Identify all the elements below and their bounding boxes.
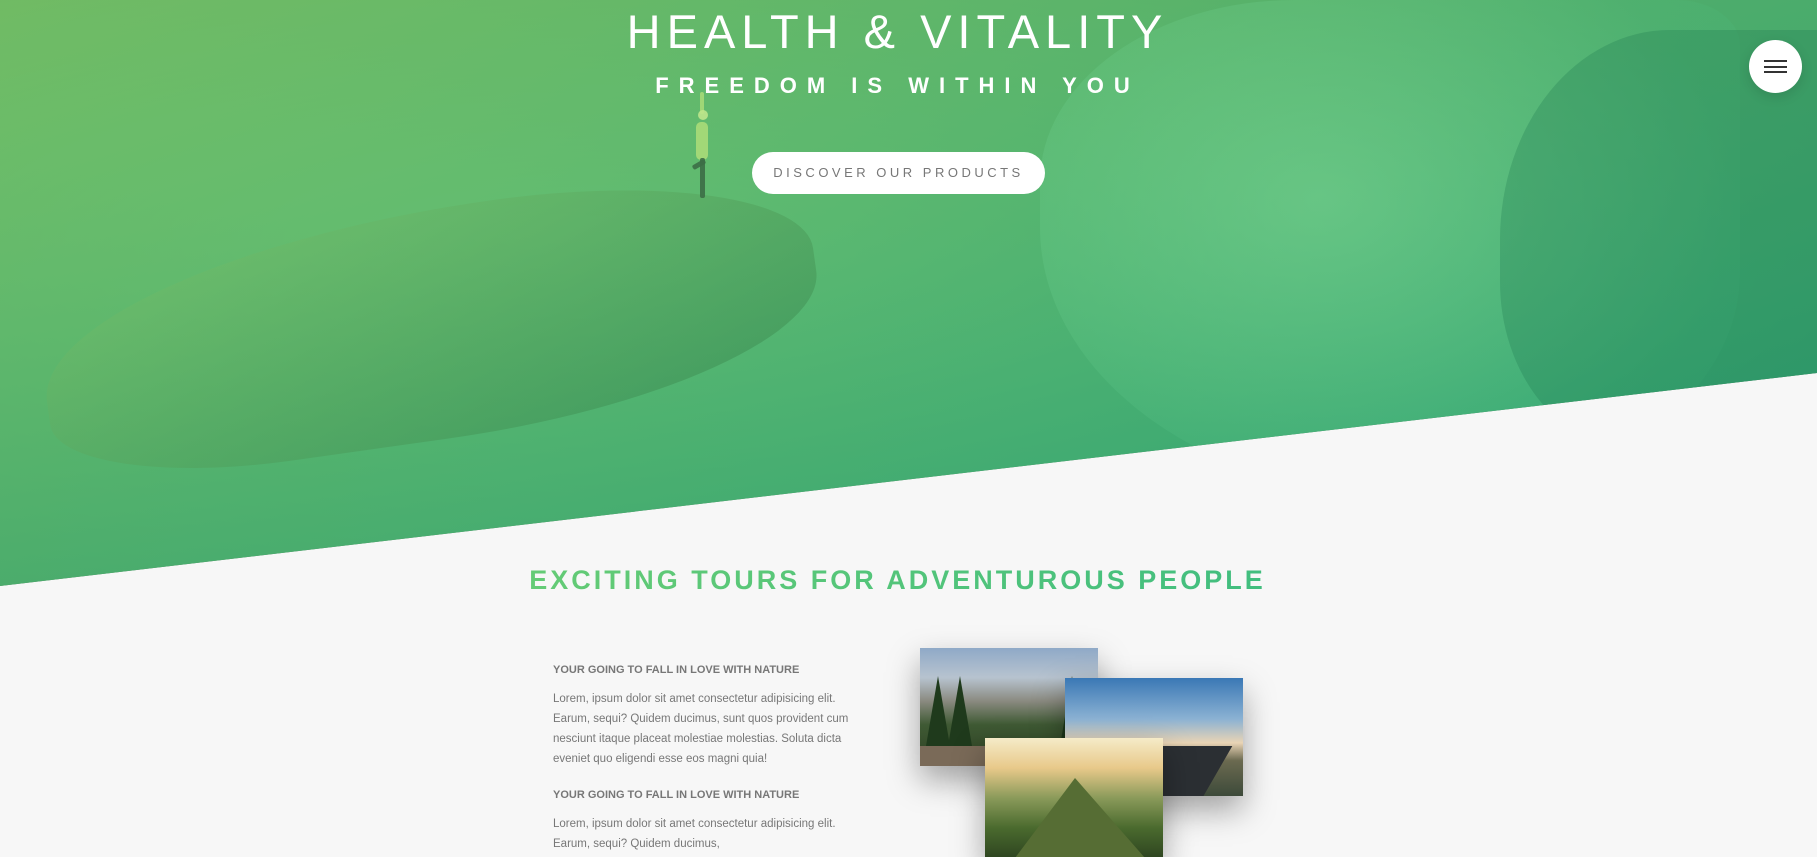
block-title: YOUR GOING TO FALL IN LOVE WITH NATURE (553, 789, 800, 801)
hero-subtitle: FREEDOM IS WITHIN YOU (655, 73, 1140, 98)
block-title: YOUR GOING TO FALL IN LOVE WITH NATURE (553, 664, 800, 676)
yoga-person-figure (690, 92, 714, 220)
section-heading: EXCITING TOURS FOR ADVENTUROUS PEOPLE (0, 565, 1795, 596)
discover-products-button[interactable]: DISCOVER OUR PRODUCTS (752, 152, 1045, 194)
photo-mountain-ridge (985, 738, 1163, 857)
block-paragraph: Lorem, ipsum dolor sit amet consectetur … (553, 818, 836, 850)
menu-button[interactable] (1749, 40, 1802, 93)
block-paragraph: Lorem, ipsum dolor sit amet consectetur … (553, 693, 849, 765)
text-column: YOUR GOING TO FALL IN LOVE WITH NATURE L… (553, 664, 863, 857)
hero-title: HEALTH & VITALITY (626, 5, 1169, 58)
hamburger-menu-icon (1764, 60, 1787, 73)
